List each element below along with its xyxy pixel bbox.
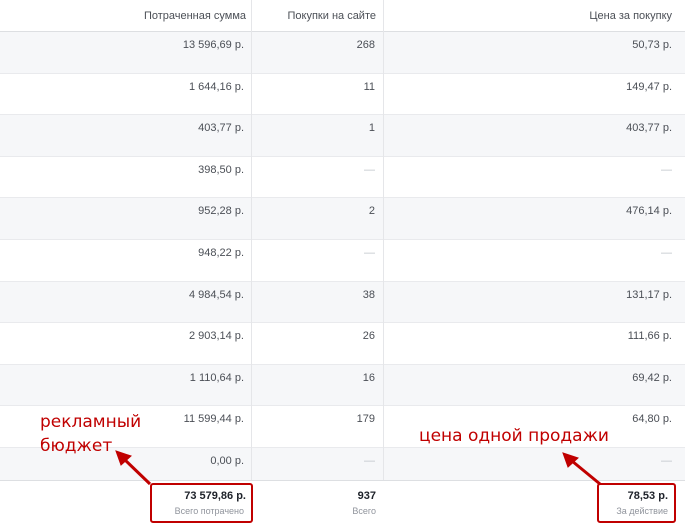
sale-price-arrow-icon xyxy=(571,459,601,486)
budget-arrow-icon xyxy=(122,457,152,486)
annotation-arrows xyxy=(115,450,601,486)
